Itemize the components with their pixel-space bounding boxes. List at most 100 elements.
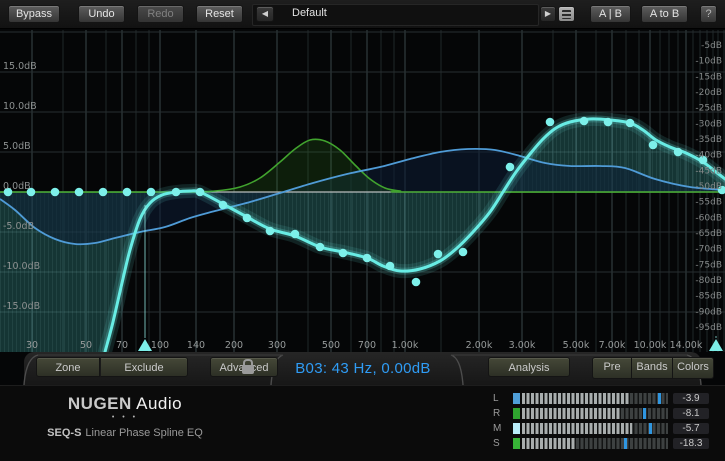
- svg-text:-5.0dB: -5.0dB: [3, 221, 34, 232]
- eq-control-point[interactable]: [546, 118, 555, 127]
- eq-control-point[interactable]: [459, 248, 468, 257]
- eq-control-point[interactable]: [649, 141, 658, 150]
- view-options-group: Pre Bands Colors: [592, 357, 714, 377]
- lock-icon[interactable]: [242, 365, 254, 374]
- svg-text:-25dB: -25dB: [695, 104, 722, 114]
- svg-text:50: 50: [80, 340, 92, 351]
- svg-text:-50dB: -50dB: [695, 182, 722, 192]
- svg-text:-10dB: -10dB: [695, 57, 722, 67]
- eq-control-point[interactable]: [219, 201, 228, 210]
- svg-text:-35dB: -35dB: [695, 135, 722, 145]
- analysis-button[interactable]: Analysis: [488, 357, 570, 377]
- meter-channel-color: [513, 393, 520, 404]
- meter-peak-marker: [658, 393, 661, 404]
- preset-list-icon[interactable]: [558, 6, 575, 22]
- bands-button[interactable]: Bands: [632, 357, 673, 379]
- eq-control-point[interactable]: [51, 188, 60, 197]
- eq-control-point[interactable]: [434, 250, 443, 259]
- meter-channel-label: L: [493, 393, 505, 404]
- meter-bar: [522, 438, 668, 449]
- svg-text:-45dB: -45dB: [695, 166, 722, 176]
- meter-value: -5.7: [673, 423, 709, 434]
- svg-text:300: 300: [268, 340, 286, 351]
- menu-icon: [562, 10, 571, 19]
- meter-channel-label: R: [493, 408, 505, 419]
- svg-text:30: 30: [26, 340, 38, 351]
- colors-button[interactable]: Colors: [673, 357, 714, 379]
- undo-button[interactable]: Undo: [78, 5, 125, 23]
- eq-control-point[interactable]: [386, 262, 395, 271]
- eq-control-point[interactable]: [580, 117, 589, 126]
- meter-peak-marker: [649, 423, 652, 434]
- seq-s-plugin-window: 15.0dB10.0dB5.0dB0.0dB-5.0dB-10.0dB-15.0…: [0, 0, 725, 461]
- preset-next-icon[interactable]: ▶: [540, 6, 556, 22]
- eq-control-point[interactable]: [196, 188, 205, 197]
- meter-row-L: L-3.9: [490, 393, 725, 404]
- eq-control-point[interactable]: [363, 254, 372, 263]
- band-readout: B03: 43 Hz, 0.00dB: [273, 358, 453, 380]
- reset-button[interactable]: Reset: [196, 5, 243, 23]
- svg-text:-30dB: -30dB: [695, 119, 722, 129]
- svg-text:15.0dB: 15.0dB: [3, 61, 37, 72]
- svg-text:700: 700: [358, 340, 376, 351]
- meter-row-S: S-18.3: [490, 438, 725, 449]
- meter-peak-marker: [624, 438, 627, 449]
- eq-control-point[interactable]: [123, 188, 132, 197]
- preset-prev-icon[interactable]: ◀: [256, 6, 274, 22]
- svg-text:-90dB: -90dB: [695, 307, 722, 317]
- product-tagline: Linear Phase Spline EQ: [85, 427, 202, 439]
- eq-control-point[interactable]: [316, 243, 325, 252]
- eq-control-point[interactable]: [172, 188, 181, 197]
- exclude-button[interactable]: Exclude: [100, 357, 188, 377]
- eq-control-point[interactable]: [266, 227, 275, 236]
- product-name: SEQ-S: [47, 427, 81, 439]
- svg-text:100: 100: [151, 340, 169, 351]
- eq-control-point[interactable]: [243, 214, 252, 223]
- eq-control-point[interactable]: [147, 188, 156, 197]
- svg-text:200: 200: [225, 340, 243, 351]
- svg-text:70: 70: [116, 340, 128, 351]
- eq-control-point[interactable]: [626, 119, 635, 128]
- eq-control-point[interactable]: [412, 278, 421, 287]
- svg-text:-15dB: -15dB: [695, 72, 722, 82]
- a-to-b-button[interactable]: A to B: [641, 5, 688, 23]
- svg-text:-40dB: -40dB: [695, 151, 722, 161]
- eq-control-point[interactable]: [604, 118, 613, 127]
- redo-button[interactable]: Redo: [137, 5, 184, 23]
- svg-text:10.0dB: 10.0dB: [3, 101, 37, 112]
- brand-logo: NUGEN Audio • • • SEQ-SLinear Phase Spli…: [20, 394, 230, 439]
- meter-channel-color: [513, 438, 520, 449]
- meter-bar: [522, 423, 668, 434]
- meter-channel-color: [513, 408, 520, 419]
- bypass-button[interactable]: Bypass: [8, 5, 60, 23]
- meter-row-M: M-5.7: [490, 423, 725, 434]
- eq-control-point[interactable]: [291, 230, 300, 239]
- meter-row-R: R-8.1: [490, 408, 725, 419]
- svg-text:-95dB: -95dB: [695, 323, 722, 333]
- svg-text:-15.0dB: -15.0dB: [3, 301, 40, 312]
- svg-text:-65dB: -65dB: [695, 229, 722, 239]
- svg-text:-60dB: -60dB: [695, 213, 722, 223]
- eq-control-point[interactable]: [506, 163, 515, 172]
- ab-compare-button[interactable]: A | B: [590, 5, 631, 23]
- toolbar: Bypass Undo Redo Reset ◀ Default ▶ A | B…: [0, 0, 725, 29]
- svg-text:10.00k: 10.00k: [634, 340, 667, 351]
- svg-text:0.0dB: 0.0dB: [3, 181, 31, 192]
- svg-text:2.00k: 2.00k: [466, 340, 493, 351]
- status-bar: Zone Exclude Advanced B03: 43 Hz, 0.00dB…: [0, 352, 725, 385]
- svg-text:-80dB: -80dB: [695, 276, 722, 286]
- eq-control-point[interactable]: [75, 188, 84, 197]
- svg-text:-75dB: -75dB: [695, 260, 722, 270]
- eq-control-point[interactable]: [339, 249, 348, 258]
- eq-graph[interactable]: 15.0dB10.0dB5.0dB0.0dB-5.0dB-10.0dB-15.0…: [0, 0, 725, 352]
- svg-text:-5dB: -5dB: [701, 41, 722, 51]
- svg-text:500: 500: [322, 340, 340, 351]
- help-button[interactable]: ?: [700, 5, 717, 23]
- pre-button[interactable]: Pre: [592, 357, 632, 379]
- eq-control-point[interactable]: [99, 188, 108, 197]
- svg-text:7.00k: 7.00k: [599, 340, 626, 351]
- svg-text:5.00k: 5.00k: [563, 340, 590, 351]
- eq-control-point[interactable]: [674, 148, 683, 157]
- zone-button[interactable]: Zone: [36, 357, 100, 377]
- svg-text:-10.0dB: -10.0dB: [3, 261, 40, 272]
